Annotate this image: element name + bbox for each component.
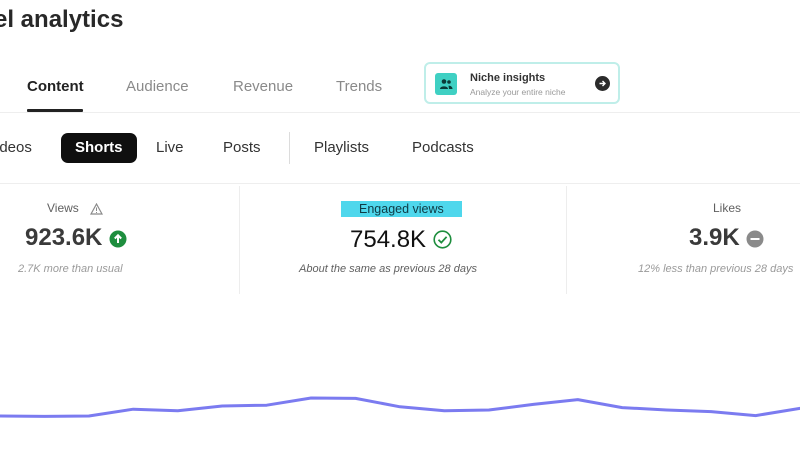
- views-line-chart[interactable]: [0, 370, 800, 450]
- page-title: el analytics: [0, 6, 124, 33]
- warning-icon: [90, 203, 103, 215]
- metric-value-likes: 3.9K: [689, 224, 740, 251]
- tabs-divider: [0, 112, 800, 113]
- people-icon: [435, 73, 457, 95]
- metric-label-views: Views: [47, 201, 79, 215]
- chart-line-views: [0, 396, 800, 418]
- chip-divider: [289, 132, 290, 164]
- chips-divider: [0, 183, 800, 184]
- metric-note-views: 2.7K more than usual: [18, 263, 123, 275]
- tab-revenue[interactable]: Revenue: [233, 78, 293, 95]
- chart-series: [0, 396, 800, 418]
- metric-note-engaged-views: About the same as previous 28 days: [299, 263, 477, 275]
- chip-posts[interactable]: Posts: [223, 133, 261, 163]
- chip-podcasts[interactable]: Podcasts: [412, 133, 474, 163]
- main-tabs: Content Audience Revenue Trends: [0, 62, 800, 112]
- metric-card-engaged-views[interactable]: Engaged views 754.8K About the same as p…: [240, 196, 565, 296]
- metric-note-likes: 12% less than previous 28 days: [638, 263, 794, 275]
- metric-card-likes[interactable]: Likes 3.9K 12% less than previous 28 day…: [567, 196, 800, 296]
- tab-audience[interactable]: Audience: [126, 78, 189, 95]
- arrow-right-icon[interactable]: [595, 76, 610, 91]
- metric-label-likes: Likes: [713, 201, 742, 215]
- chip-shorts[interactable]: Shorts: [61, 133, 137, 163]
- chip-videos[interactable]: ideos: [0, 133, 32, 163]
- niche-insights-card[interactable]: Niche insights Analyze your entire niche: [424, 62, 620, 104]
- check-circle-icon: [433, 230, 452, 249]
- analytics-page: el analytics Content Audience Revenue Tr…: [0, 0, 800, 450]
- tab-trends[interactable]: Trends: [336, 78, 382, 95]
- metric-card-views[interactable]: Views 923.6K 2.7K more than usual: [0, 196, 238, 296]
- metric-value-engaged-views: 754.8K: [350, 226, 427, 253]
- metric-label-engaged-views: Engaged views: [341, 201, 462, 217]
- metric-value-views: 923.6K: [25, 224, 103, 251]
- chip-playlists[interactable]: Playlists: [314, 133, 369, 163]
- niche-insights-subtitle: Analyze your entire niche: [470, 87, 566, 97]
- minus-circle-icon: [746, 230, 764, 248]
- arrow-up-circle-icon: [109, 230, 127, 248]
- chip-live[interactable]: Live: [156, 133, 184, 163]
- tab-content[interactable]: Content: [27, 78, 84, 95]
- niche-insights-title: Niche insights: [470, 72, 546, 84]
